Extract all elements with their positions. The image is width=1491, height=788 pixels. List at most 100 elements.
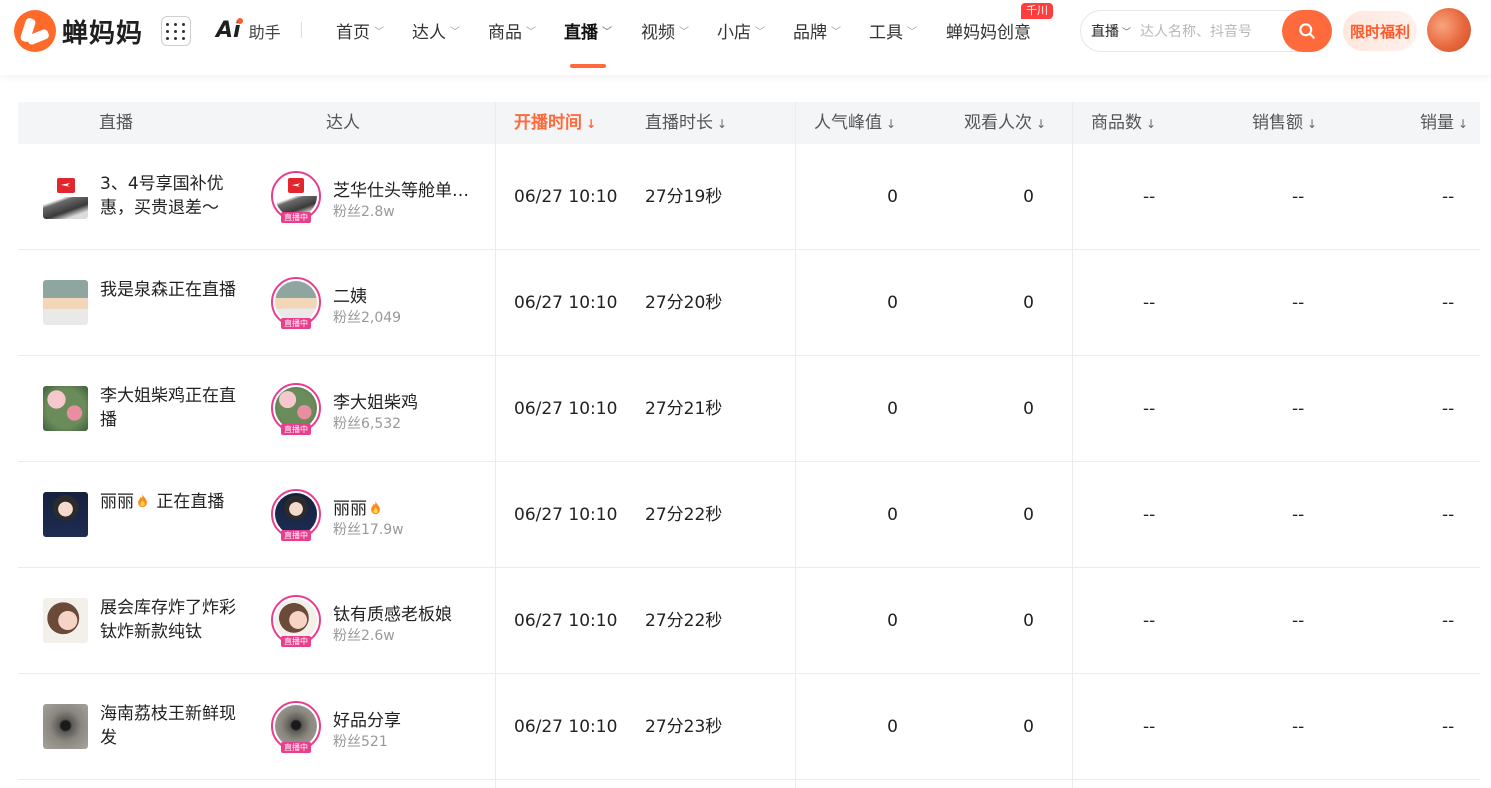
creator-name[interactable]: 好品分享 (333, 706, 478, 731)
views-cell: 0 (1023, 187, 1034, 207)
search-button[interactable] (1282, 10, 1332, 52)
creator-name[interactable]: 丽丽 (333, 494, 478, 519)
table-row[interactable]: 海南荔枝王新鲜现发 直播中 好品分享 粉丝521 06/27 10:10 27分23秒 0 0… (18, 674, 1480, 780)
sort-down-icon: ↓ (886, 117, 897, 131)
nav-item-6[interactable]: 品牌 ﹀ (793, 0, 841, 60)
chevron-down-icon: ﹀ (450, 26, 460, 38)
col-header-start-time[interactable]: 开播时间 ↓ (514, 102, 596, 144)
creator-name[interactable]: 二姨 (333, 282, 478, 307)
chevron-down-icon: ﹀ (1122, 27, 1132, 38)
search-type-select[interactable]: 直播 ﹀ (1091, 21, 1131, 41)
creator-avatar[interactable]: 直播中 (271, 701, 321, 753)
duration-cell: 27分20秒 (645, 293, 723, 313)
products-cell: -- (1143, 505, 1156, 525)
products-cell: -- (1143, 293, 1156, 313)
nav-item-0[interactable]: 首页 ﹀ (336, 0, 384, 60)
start-time-cell: 06/27 10:10 (514, 717, 618, 737)
col-header-duration[interactable]: 直播时长 ↓ (645, 102, 727, 144)
sort-down-icon: ↓ (1307, 117, 1318, 131)
nav-item-8[interactable]: 蝉妈妈创意 千川 (946, 0, 1053, 60)
live-title[interactable]: 丽丽 正在直播 (100, 490, 250, 514)
live-title[interactable]: 我是泉森正在直播 (100, 278, 250, 302)
live-cover-thumbnail[interactable] (43, 492, 88, 537)
table-row[interactable]: 展会库存炸了炸彩钛炸新款纯钛 直播中 钛有质感老板娘 粉丝2.6w 06/27 10:1… (18, 568, 1480, 674)
creator-name[interactable]: 李大姐柴鸡 (333, 388, 478, 413)
sales-amount-cell: -- (1292, 505, 1305, 525)
column-divider (1072, 102, 1073, 788)
nav-item-label: 品牌 (793, 22, 827, 43)
nav-divider (301, 22, 302, 38)
sales-amount-cell: -- (1292, 611, 1305, 631)
nav-badge: 千川 (1021, 3, 1053, 19)
live-cover-thumbnail[interactable] (43, 280, 88, 325)
table-row[interactable]: 3、4号享国补优惠，买贵退差～ 直播中 芝华仕头等舱单… 粉丝2.8w 06/27 10… (18, 144, 1480, 250)
sort-down-icon: ↓ (586, 117, 597, 131)
nav-item-label: 直播 (564, 22, 598, 43)
views-cell: 0 (1023, 717, 1034, 737)
live-title[interactable]: 海南荔枝王新鲜现发 (100, 702, 250, 750)
live-now-badge: 直播中 (281, 318, 311, 329)
products-cell: -- (1143, 717, 1156, 737)
nav-item-2[interactable]: 商品 ﹀ (488, 0, 536, 60)
user-avatar[interactable] (1427, 8, 1471, 52)
ai-assistant-button[interactable]: Ai 助手 (216, 18, 281, 43)
sales-amount-cell: -- (1292, 187, 1305, 207)
peak-cell: 0 (887, 293, 898, 313)
col-header-sales-volume[interactable]: 销量 ↓ (1420, 102, 1468, 144)
live-cover-thumbnail[interactable] (43, 386, 88, 431)
live-cover-thumbnail[interactable] (43, 704, 88, 749)
creator-name[interactable]: 钛有质感老板娘 (333, 600, 478, 625)
creator-name[interactable]: 芝华仕头等舱单… (333, 176, 478, 201)
creator-avatar[interactable]: 直播中 (271, 277, 321, 329)
table-row[interactable]: 丽丽 正在直播 直播中 丽丽 粉丝17.9w 06/27 10:10 27分22秒 0 0 --… (18, 462, 1480, 568)
sort-down-icon: ↓ (1036, 117, 1047, 131)
chevron-down-icon: ﹀ (907, 26, 917, 38)
live-cover-thumbnail[interactable] (43, 598, 88, 643)
creator-avatar[interactable]: 直播中 (271, 595, 321, 647)
table-row[interactable]: 我是泉森正在直播 直播中 二姨 粉丝2,049 06/27 10:10 27分20秒 0 0 -… (18, 250, 1480, 356)
creator-fans: 粉丝17.9w (333, 522, 404, 538)
col-header-views[interactable]: 观看人次 ↓ (964, 102, 1046, 144)
views-cell: 0 (1023, 611, 1034, 631)
creator-avatar[interactable]: 直播中 (271, 383, 321, 435)
start-time-cell: 06/27 10:10 (514, 505, 618, 525)
sort-down-icon: ↓ (717, 117, 728, 131)
peak-cell: 0 (887, 187, 898, 207)
limited-offer-button[interactable]: 限时福利 (1343, 11, 1417, 51)
chevron-down-icon: ﹀ (602, 26, 612, 38)
app-grid-button[interactable] (161, 16, 191, 46)
col-header-sales-amount[interactable]: 销售额 ↓ (1252, 102, 1317, 144)
peak-cell: 0 (887, 717, 898, 737)
views-cell: 0 (1023, 505, 1034, 525)
sort-down-icon: ↓ (1146, 117, 1157, 131)
products-cell: -- (1143, 399, 1156, 419)
live-title[interactable]: 3、4号享国补优惠，买贵退差～ (100, 172, 250, 220)
nav-item-1[interactable]: 达人 ﹀ (412, 0, 460, 60)
live-now-badge: 直播中 (281, 424, 311, 435)
creator-avatar[interactable]: 直播中 (271, 171, 321, 223)
products-cell: -- (1143, 611, 1156, 631)
creator-fans: 粉丝2,049 (333, 310, 402, 326)
table-row[interactable]: 李大姐柴鸡正在直播 直播中 李大姐柴鸡 粉丝6,532 06/27 10:10 27分21… (18, 356, 1480, 462)
nav-item-label: 商品 (488, 22, 522, 43)
peak-cell: 0 (887, 399, 898, 419)
products-cell: -- (1143, 187, 1156, 207)
nav-item-5[interactable]: 小店 ﹀ (717, 0, 765, 60)
search-icon (1299, 23, 1315, 39)
live-title[interactable]: 李大姐柴鸡正在直播 (100, 384, 250, 432)
sales-volume-cell: -- (1442, 717, 1455, 737)
views-cell: 0 (1023, 399, 1034, 419)
col-header-products[interactable]: 商品数 ↓ (1091, 102, 1156, 144)
live-cover-thumbnail[interactable] (43, 174, 88, 219)
brand-logo[interactable]: 蝉妈妈 (14, 10, 143, 52)
creator-avatar[interactable]: 直播中 (271, 489, 321, 541)
nav-item-4[interactable]: 视频 ﹀ (641, 0, 689, 60)
search-input[interactable] (1140, 23, 1269, 39)
search-bar: 直播 ﹀ (1080, 10, 1332, 52)
duration-cell: 27分22秒 (645, 505, 723, 525)
col-header-peak[interactable]: 人气峰值 ↓ (814, 102, 896, 144)
fire-icon (138, 494, 147, 508)
nav-item-7[interactable]: 工具 ﹀ (869, 0, 917, 60)
live-title[interactable]: 展会库存炸了炸彩钛炸新款纯钛 (100, 596, 250, 644)
nav-item-3[interactable]: 直播 ﹀ (564, 0, 612, 60)
